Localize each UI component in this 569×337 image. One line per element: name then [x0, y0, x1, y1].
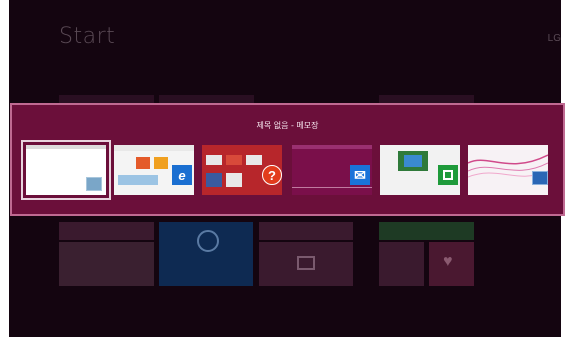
tile-grid [226, 173, 242, 187]
tile-grid [206, 155, 222, 165]
desktop-icon [532, 171, 548, 185]
switcher-title: 제목 없음 - 메모장 [256, 121, 319, 130]
heart-icon: ♥ [443, 253, 453, 270]
sun-icon [197, 230, 219, 252]
browser-toolbar [114, 145, 194, 151]
health-tile[interactable]: ♥ [429, 242, 474, 286]
app-thumbnail-notepad[interactable] [21, 140, 111, 200]
store-banner [404, 155, 422, 167]
help-icon: ? [262, 165, 282, 185]
tile-grid [206, 173, 222, 187]
web-image [154, 157, 168, 169]
tile-grid [226, 155, 242, 165]
ie-icon: e [172, 165, 192, 185]
store-icon [438, 165, 458, 185]
maps-tile[interactable] [379, 242, 424, 286]
start-title: Start [59, 24, 116, 49]
mail-divider [292, 187, 372, 188]
web-image [118, 175, 158, 185]
web-image [136, 157, 150, 169]
tile-grid [246, 155, 262, 165]
notepad-window [26, 145, 106, 149]
notepad-icon [86, 177, 102, 191]
news-tile[interactable] [259, 242, 353, 286]
background-tile[interactable] [379, 222, 474, 240]
user-name[interactable]: LG [548, 33, 561, 44]
weather-tile[interactable] [159, 222, 253, 286]
background-tile[interactable] [259, 222, 353, 240]
desktop-wallpaper [468, 154, 548, 178]
background-tile[interactable] [59, 222, 154, 240]
app-switcher: 제목 없음 - 메모장 e ? ✉ [10, 103, 565, 216]
app-thumbnail-desktop[interactable] [468, 145, 548, 195]
mail-icon: ✉ [350, 165, 370, 185]
store-bag-icon [443, 170, 453, 180]
mail-toolbar [292, 145, 372, 149]
news-icon [297, 256, 315, 270]
background-tile[interactable] [59, 242, 154, 286]
